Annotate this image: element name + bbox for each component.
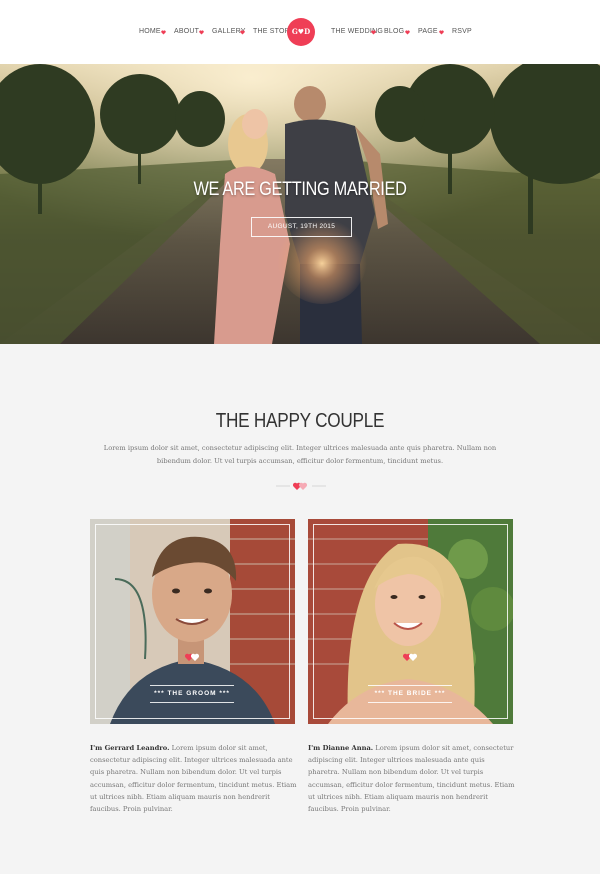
section-title: THE HAPPY COUPLE (215, 410, 385, 432)
bride-portrait[interactable]: *** THE BRIDE *** (308, 519, 513, 724)
heart-icon (371, 30, 376, 35)
heart-icon (199, 30, 204, 35)
groom-bio: I'm Gerrard Leandro. Lorem ipsum dolor s… (90, 742, 298, 815)
hero-date-button[interactable]: AUGUST, 19TH 2015 (251, 217, 352, 237)
groom-badge: *** THE GROOM *** (150, 685, 234, 703)
groom-bio-text: Lorem ipsum dolor sit amet, consectetur … (90, 744, 297, 814)
hearts-icon (182, 649, 202, 661)
heart-icon (240, 30, 245, 35)
groom-portrait[interactable]: *** THE GROOM *** (90, 519, 295, 724)
bride-bio-text: Lorem ipsum dolor sit amet, consectetur … (308, 744, 515, 814)
bride-name: I'm Dianne Anna. (308, 744, 374, 752)
site-logo[interactable]: G♥D (287, 18, 315, 46)
hero-title: WE ARE GETTING MARRIED (193, 179, 407, 200)
hearts-icon (400, 649, 420, 661)
nav-about[interactable]: ABOUT (174, 28, 199, 35)
nav-rsvp[interactable]: RSVP (452, 28, 472, 35)
nav-page[interactable]: PAGE (418, 28, 438, 35)
bride-bio: I'm Dianne Anna. Lorem ipsum dolor sit a… (308, 742, 516, 815)
hero-photo (0, 64, 600, 344)
top-navigation: HOME ABOUT GALLERY THE STORY G♥D THE WED… (0, 0, 600, 64)
heart-divider (276, 478, 326, 490)
section-intro: Lorem ipsum dolor sit amet, consectetur … (103, 444, 497, 465)
heart-icon (405, 30, 410, 35)
bride-badge: *** THE BRIDE *** (368, 685, 452, 703)
nav-home[interactable]: HOME (139, 28, 161, 35)
heart-icon (439, 30, 444, 35)
heart-icon (161, 30, 166, 35)
hero-banner: WE ARE GETTING MARRIED AUGUST, 19TH 2015 (0, 64, 600, 344)
groom-name: I'm Gerrard Leandro. (90, 744, 170, 752)
hearts-icon (276, 482, 326, 490)
nav-blog[interactable]: BLOG (384, 28, 404, 35)
